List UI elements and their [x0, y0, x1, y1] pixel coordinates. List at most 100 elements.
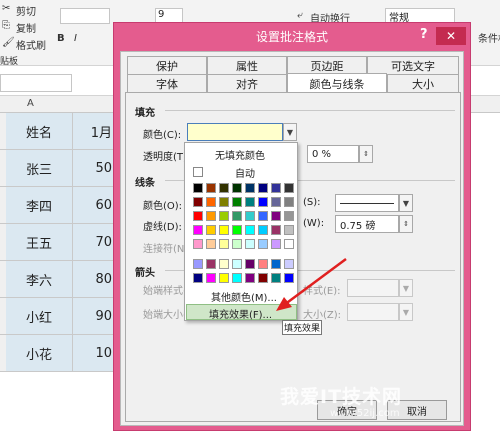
- color-swatch[interactable]: [245, 197, 255, 207]
- color-swatch[interactable]: [219, 273, 229, 283]
- cell-value[interactable]: 80: [73, 261, 115, 298]
- color-swatch[interactable]: [271, 239, 281, 249]
- cut-button[interactable]: 剪切: [16, 3, 36, 18]
- end-style-dropdown-arrow[interactable]: ▼: [399, 279, 413, 297]
- color-swatch[interactable]: [232, 197, 242, 207]
- color-swatch[interactable]: [258, 225, 268, 235]
- color-swatch[interactable]: [206, 273, 216, 283]
- tab-colors-and-lines[interactable]: 颜色与线条: [287, 73, 387, 93]
- color-swatch[interactable]: [258, 197, 268, 207]
- line-style-dropdown[interactable]: [335, 194, 399, 212]
- color-swatch[interactable]: [258, 259, 268, 269]
- cell-value[interactable]: 70: [73, 224, 115, 261]
- color-swatch[interactable]: [219, 211, 229, 221]
- color-swatch[interactable]: [284, 211, 294, 221]
- cell-name[interactable]: 张三: [6, 150, 73, 187]
- color-swatch[interactable]: [219, 239, 229, 249]
- cell-name[interactable]: 小花: [6, 335, 73, 372]
- name-box[interactable]: [0, 74, 72, 92]
- color-swatch[interactable]: [232, 259, 242, 269]
- color-swatch[interactable]: [245, 183, 255, 193]
- color-swatch[interactable]: [258, 211, 268, 221]
- color-swatch[interactable]: [258, 183, 268, 193]
- cell-value[interactable]: 60: [73, 187, 115, 224]
- color-swatch[interactable]: [232, 225, 242, 235]
- color-swatch[interactable]: [245, 259, 255, 269]
- color-swatch[interactable]: [219, 225, 229, 235]
- color-swatch[interactable]: [206, 239, 216, 249]
- cell-name[interactable]: 王五: [6, 224, 73, 261]
- line-style-dropdown-arrow[interactable]: ▼: [399, 194, 413, 212]
- cell-value[interactable]: 10: [73, 335, 115, 372]
- end-style-dropdown[interactable]: [347, 279, 399, 297]
- color-swatch[interactable]: [193, 183, 203, 193]
- color-swatch[interactable]: [232, 239, 242, 249]
- help-button[interactable]: ?: [420, 27, 434, 45]
- tab-alt-text[interactable]: 可选文字: [367, 56, 459, 74]
- color-swatch[interactable]: [284, 183, 294, 193]
- color-swatch[interactable]: [219, 259, 229, 269]
- tab-protection[interactable]: 保护: [127, 56, 207, 74]
- transparency-spinner[interactable]: ⇕: [359, 145, 373, 163]
- format-painter-button[interactable]: 格式刷: [16, 37, 46, 52]
- italic-button[interactable]: I: [74, 33, 77, 44]
- color-swatch[interactable]: [206, 259, 216, 269]
- fill-effects-option[interactable]: 填充效果(F)...: [209, 306, 272, 321]
- color-swatch[interactable]: [206, 197, 216, 207]
- color-swatch[interactable]: [245, 239, 255, 249]
- color-swatch[interactable]: [271, 225, 281, 235]
- color-swatch[interactable]: [245, 225, 255, 235]
- color-swatch[interactable]: [193, 211, 203, 221]
- color-swatch[interactable]: [245, 211, 255, 221]
- font-name-combo[interactable]: [60, 8, 110, 24]
- cell-name[interactable]: 李四: [6, 187, 73, 224]
- color-swatch[interactable]: [232, 183, 242, 193]
- tab-alignment[interactable]: 对齐: [207, 74, 287, 92]
- tab-margins[interactable]: 页边距: [287, 56, 367, 74]
- color-swatch[interactable]: [232, 211, 242, 221]
- line-weight-input[interactable]: 0.75 磅: [335, 215, 399, 233]
- color-swatch[interactable]: [206, 183, 216, 193]
- cut-icon[interactable]: ✂: [2, 3, 10, 14]
- transparency-input[interactable]: 0 %: [307, 145, 359, 163]
- color-swatch[interactable]: [193, 259, 203, 269]
- color-swatch[interactable]: [219, 183, 229, 193]
- auto-color-option[interactable]: 自动: [235, 165, 255, 180]
- cell-value[interactable]: 50: [73, 150, 115, 187]
- tab-size[interactable]: 大小: [387, 74, 459, 92]
- color-swatch[interactable]: [271, 197, 281, 207]
- bold-button[interactable]: B: [57, 33, 65, 44]
- conditional-format-button[interactable]: 条件格: [478, 30, 500, 45]
- color-swatch[interactable]: [258, 273, 268, 283]
- no-fill-option[interactable]: 无填充颜色: [215, 147, 265, 162]
- color-swatch[interactable]: [284, 225, 294, 235]
- tab-font[interactable]: 字体: [127, 74, 207, 92]
- cell-name[interactable]: 李六: [6, 261, 73, 298]
- format-painter-icon[interactable]: 🖌: [2, 37, 15, 48]
- color-swatch[interactable]: [284, 197, 294, 207]
- copy-button[interactable]: 复制: [16, 20, 36, 35]
- cell-name[interactable]: 小红: [6, 298, 73, 335]
- color-swatch[interactable]: [193, 225, 203, 235]
- color-swatch[interactable]: [206, 225, 216, 235]
- cell-value[interactable]: 1月: [73, 113, 115, 150]
- fill-color-dropdown[interactable]: [187, 123, 283, 141]
- color-swatch[interactable]: [193, 197, 203, 207]
- color-swatch[interactable]: [271, 183, 281, 193]
- tab-properties[interactable]: 属性: [207, 56, 287, 74]
- column-a-header[interactable]: A: [27, 98, 34, 109]
- color-swatch[interactable]: [245, 273, 255, 283]
- color-swatch[interactable]: [258, 239, 268, 249]
- auto-color-swatch[interactable]: [193, 167, 203, 177]
- color-swatch[interactable]: [193, 239, 203, 249]
- color-swatch[interactable]: [206, 211, 216, 221]
- color-swatch[interactable]: [193, 273, 203, 283]
- color-swatch[interactable]: [232, 273, 242, 283]
- color-swatch[interactable]: [284, 239, 294, 249]
- cell-name[interactable]: 姓名: [6, 113, 73, 150]
- close-button[interactable]: ✕: [436, 27, 466, 45]
- cell-value[interactable]: 90: [73, 298, 115, 335]
- color-swatch[interactable]: [219, 197, 229, 207]
- more-colors-option[interactable]: 其他颜色(M)...: [211, 289, 277, 304]
- end-size-dropdown[interactable]: [347, 303, 399, 321]
